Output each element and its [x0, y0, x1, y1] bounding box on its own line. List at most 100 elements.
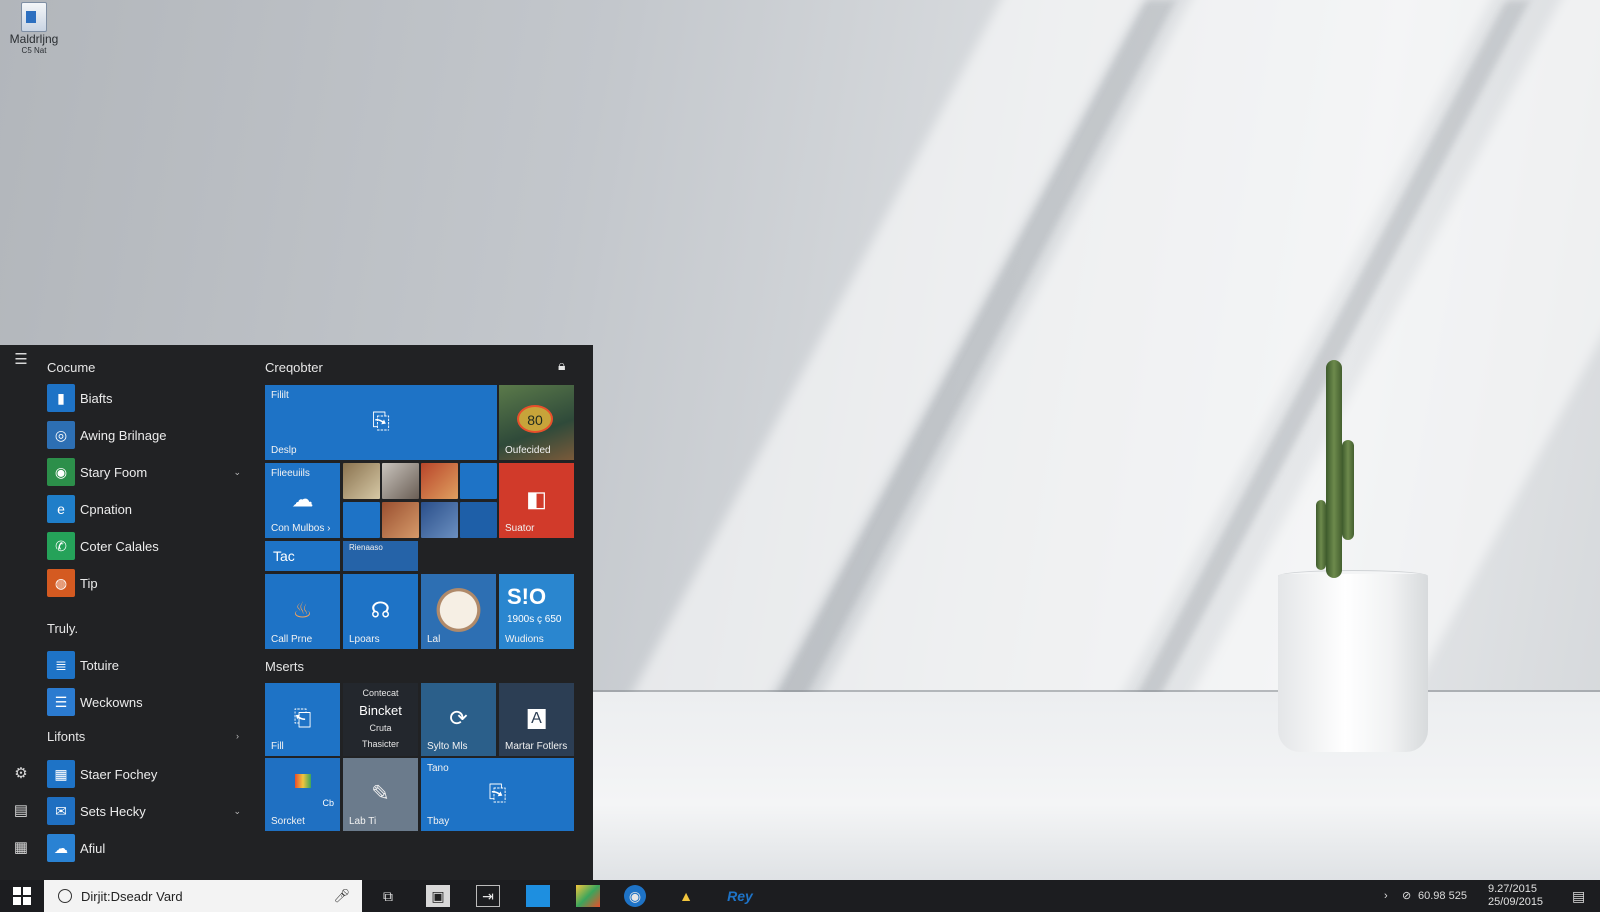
desktop-shortcut[interactable]: Maldrljng C5 Nat [4, 2, 64, 55]
app-item[interactable]: ☁ Afiul [47, 833, 247, 863]
tile-paint[interactable]: Cb Sorcket [265, 758, 340, 831]
tile-store[interactable]: S!O 1900s ç 650 Wudions [499, 574, 574, 649]
clock-date: 25/09/2015 [1488, 896, 1544, 908]
tile-label: Martar Fotlers [505, 741, 568, 752]
tile-tbay[interactable]: Tano ⎘ Tbay [421, 758, 574, 831]
box-icon: ⎘ [488, 780, 507, 806]
section-header: Truly. [47, 621, 79, 636]
notifications-icon[interactable]: ▤ [1572, 880, 1585, 912]
tile-photo[interactable]: 80 Oufecided [499, 385, 574, 460]
lock-icon[interactable]: 🔒︎ [558, 357, 565, 374]
start-button[interactable] [0, 880, 44, 912]
app-item-label: Sets Hecky [80, 803, 146, 819]
app-item-label: Afiul [80, 840, 106, 856]
whatsapp-icon: ✆ [47, 532, 75, 560]
tile-sync[interactable]: ⟳ Sylto Mls [421, 683, 496, 756]
file-explorer-icon[interactable] [526, 885, 550, 907]
mini-tile-photo[interactable] [382, 502, 419, 538]
power-icon[interactable]: ▦ [12, 839, 30, 857]
tile-label: Lal [427, 634, 441, 645]
tile-label: Wudions [505, 634, 544, 645]
app-item[interactable]: ☰ Weckowns [47, 687, 247, 717]
tile-contact[interactable]: Contecat Bincket Cruta Thasicter [343, 683, 418, 756]
app-item-label: Coter Calales [80, 538, 159, 554]
text-app-icon[interactable]: Rey [720, 885, 760, 907]
app-item[interactable]: ▦ Staer Fochey [47, 759, 247, 789]
app-item-label: Cpnation [80, 501, 133, 517]
mini-tile-photo[interactable] [421, 502, 458, 538]
circle-app-icon[interactable]: ◉ [624, 885, 646, 907]
app-item[interactable]: ◎ Awing Brilnage [47, 420, 247, 450]
tile-label: Sorcket [271, 816, 305, 827]
mini-tile-app[interactable] [460, 463, 497, 499]
section-header: Lifonts [47, 729, 86, 744]
tile-lpoars[interactable]: ☊ Lpoars [343, 574, 418, 649]
network-icon[interactable]: ⊘ [1402, 880, 1411, 912]
shelf-edge [590, 690, 1600, 692]
tile-call[interactable]: ♨ Call Prne [265, 574, 340, 649]
chevron-up-icon[interactable]: › [1384, 880, 1388, 912]
tile-text-line: Thasicter [361, 739, 399, 749]
desktop-shortcut-sublabel: C5 Nat [21, 46, 47, 55]
tile-onedrive[interactable]: Flieeuiils ☁ Con Mulbos › [265, 463, 340, 538]
tile-label: Deslp [271, 445, 297, 456]
paint-icon [295, 774, 311, 788]
app-item-label: Awing Brilnage [80, 427, 167, 443]
drive-icon[interactable]: ▲ [674, 885, 698, 907]
mini-tile-app[interactable] [460, 502, 497, 538]
tile-lab[interactable]: ✎ Lab Ti [343, 758, 418, 831]
chevron-down-icon[interactable]: ⌄ [233, 467, 241, 478]
firefox-icon: ◍ [47, 569, 75, 597]
chevron-down-icon[interactable]: ⌄ [233, 806, 241, 817]
window-icon[interactable]: ⇥ [476, 885, 500, 907]
cactus-arm [1342, 440, 1354, 540]
tile-desktop[interactable]: Fililt ⎘ Deslp [265, 385, 497, 460]
documents-icon[interactable]: ▤ [12, 802, 30, 820]
app-item[interactable]: ✉ Sets Hecky ⌄ [47, 796, 247, 826]
microphone-icon[interactable]: 🎤︎ [333, 888, 350, 904]
app-item[interactable]: ◉ Stary Foom ⌄ [47, 457, 247, 487]
clock[interactable]: 9.27/2015 25/09/2015 [1488, 883, 1543, 909]
document-icon: ☰ [47, 688, 75, 716]
app-list-header: Cocume [47, 360, 96, 375]
tile-top-label: Fililt [271, 390, 289, 401]
mini-tile-app[interactable] [343, 502, 380, 538]
app-item[interactable]: ▮ Biafts [47, 383, 247, 413]
chevron-right-icon[interactable]: › [236, 731, 239, 741]
letter-a-icon: A [527, 708, 546, 729]
tile-label: Tbay [427, 816, 450, 827]
app-item[interactable]: ≣ Totuire [47, 650, 247, 680]
photos-icon[interactable]: ▣ [426, 885, 450, 907]
tile-wide-small[interactable]: Rienaaso [343, 541, 418, 571]
search-input[interactable]: Dirjit:Dseadr Vard [81, 889, 183, 904]
tile-files[interactable]: ⎗ Fill [265, 683, 340, 756]
tile-label: Rienaaso [349, 543, 383, 552]
cactus-plant [1326, 360, 1342, 578]
hamburger-menu-icon[interactable]: ☰ [12, 351, 30, 369]
tile-text-line: Contecat [362, 688, 399, 698]
settings-icon[interactable]: ⚙ [12, 765, 30, 783]
tile-wide-small[interactable]: Tac [265, 541, 340, 571]
tile-text-line: Bincket [359, 703, 402, 718]
mini-tile-photo[interactable] [421, 463, 458, 499]
task-view-icon[interactable]: ⧉ [376, 885, 400, 907]
app-item[interactable]: ◍ Tip [47, 568, 247, 598]
tile-text-line: Cruta [369, 723, 392, 733]
app-item-label: Biafts [80, 390, 113, 406]
tile-master[interactable]: A Martar Fotlers [499, 683, 574, 756]
mini-tile-photo[interactable] [382, 463, 419, 499]
tile-label: Con Mulbos › [271, 523, 331, 534]
edge-icon: e [47, 495, 75, 523]
mini-tile-photo[interactable] [343, 463, 380, 499]
taskbar: Dirjit:Dseadr Vard 🎤︎ ⧉ ▣ ⇥ ◉ ▲ Rey › ⊘ … [0, 880, 1600, 912]
image-icon[interactable] [576, 885, 600, 907]
box-icon: ⎘ [372, 408, 390, 434]
app-item[interactable]: e Cpnation [47, 494, 247, 524]
tile-lal[interactable]: Lal [421, 574, 496, 649]
paintbrush-icon: ✎ [371, 780, 390, 806]
office-icon: ◧ [526, 486, 547, 512]
search-box[interactable]: Dirjit:Dseadr Vard 🎤︎ [44, 880, 362, 912]
tile-office[interactable]: ◧ Suator [499, 463, 574, 538]
app-item[interactable]: ✆ Coter Calales [47, 531, 247, 561]
clipboard-icon: ⎗ [293, 705, 312, 731]
